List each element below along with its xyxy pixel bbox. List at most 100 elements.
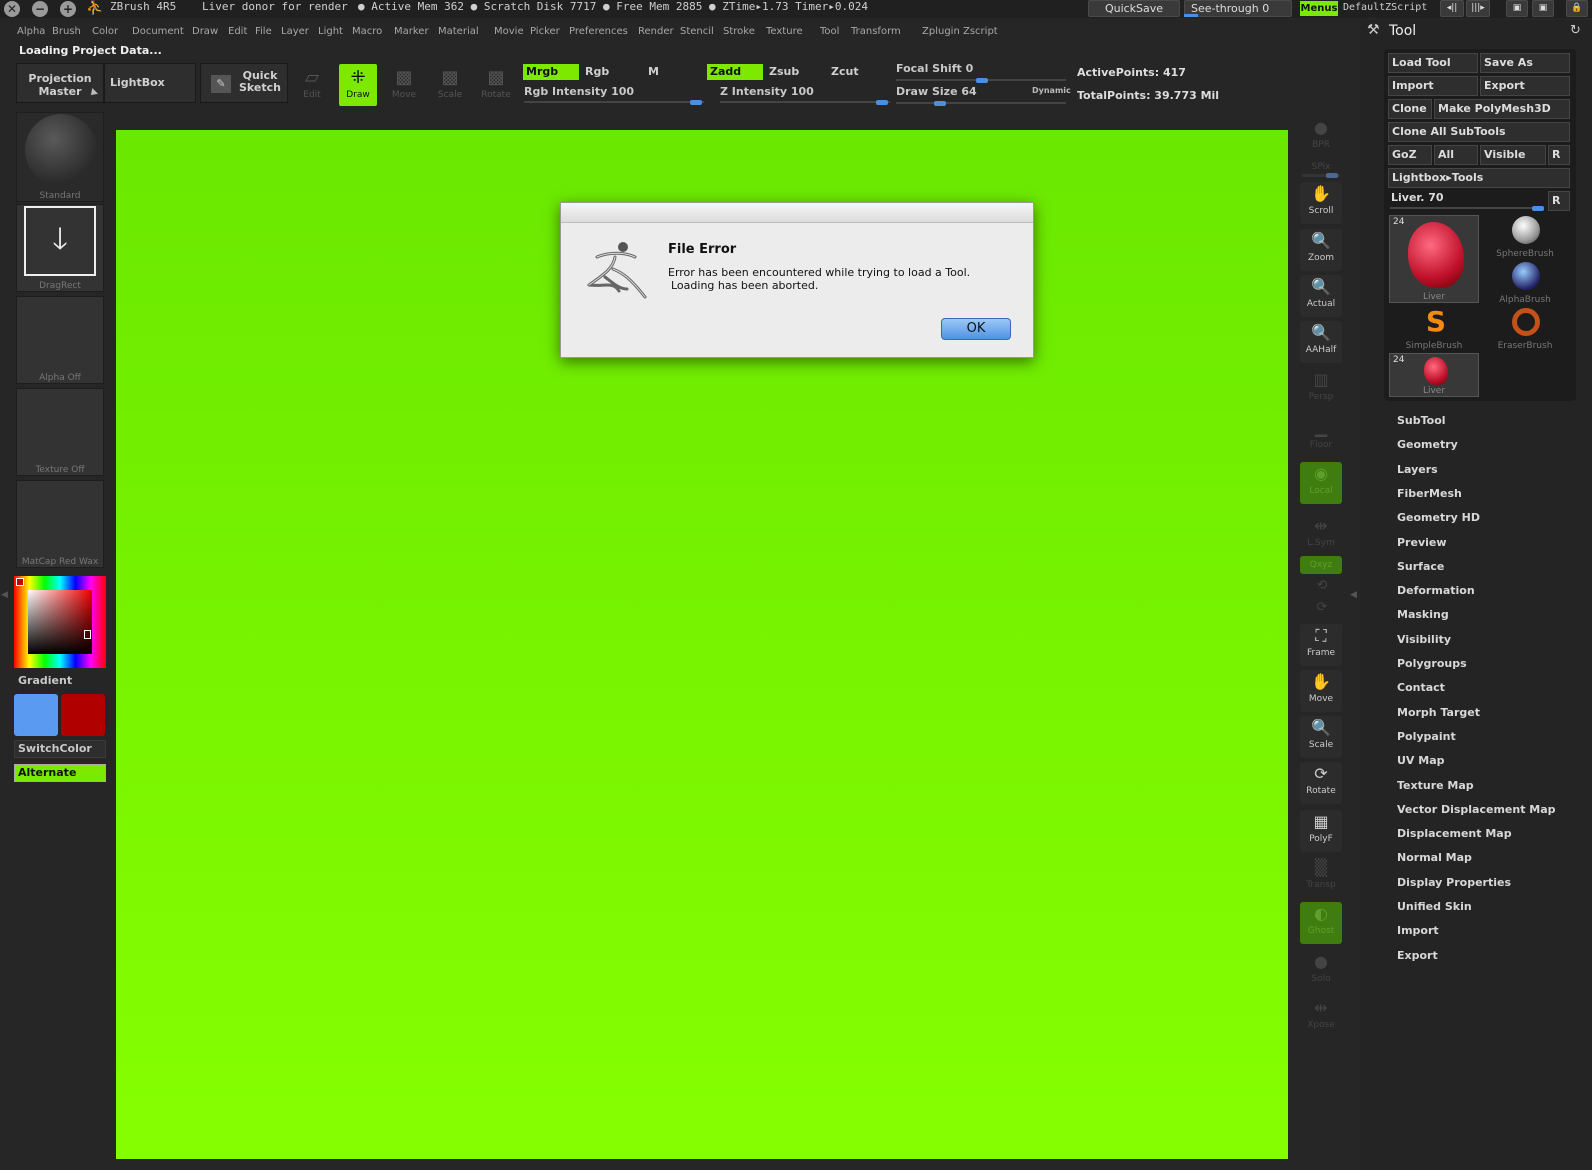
make-polymesh-button[interactable]: Make PolyMesh3D <box>1434 99 1570 119</box>
clone-button[interactable]: Clone <box>1388 99 1432 119</box>
subpalette-polygroups[interactable]: Polygroups <box>1397 657 1467 670</box>
tool-slider-knob[interactable] <box>1532 206 1544 211</box>
move-mode-button[interactable]: ▩ Move <box>385 64 423 106</box>
subpalette-layers[interactable]: Layers <box>1397 463 1438 476</box>
projection-master-button[interactable]: Projection Master <box>16 63 104 103</box>
subpalette-display-properties[interactable]: Display Properties <box>1397 876 1511 889</box>
tool-thumb-alphabrush[interactable]: AlphaBrush <box>1480 261 1570 305</box>
subpalette-uv-map[interactable]: UV Map <box>1397 754 1445 767</box>
tool-thumb-eraserbrush[interactable]: EraserBrush <box>1480 307 1570 351</box>
import-button[interactable]: Import <box>1388 76 1478 96</box>
load-tool-button[interactable]: Load Tool <box>1388 53 1478 73</box>
shelf-solo-button[interactable]: ● Solo <box>1300 950 1342 992</box>
menu-document[interactable]: Document <box>132 24 184 39</box>
subpalette-texture-map[interactable]: Texture Map <box>1397 779 1474 792</box>
subpalette-surface[interactable]: Surface <box>1397 560 1444 573</box>
material-selector[interactable]: MatCap Red Wax <box>16 480 104 568</box>
shelf-aahalf-button[interactable]: 🔍 AAHalf <box>1300 321 1342 363</box>
menu-brush[interactable]: Brush <box>52 24 81 39</box>
rgb-toggle[interactable]: Rgb <box>582 64 638 80</box>
subpalette-geometry-hd[interactable]: Geometry HD <box>1397 511 1480 524</box>
value-marker[interactable] <box>84 630 91 639</box>
menu-material[interactable]: Material <box>438 24 479 39</box>
menu-texture[interactable]: Texture <box>766 24 803 39</box>
menu-stroke[interactable]: Stroke <box>723 24 755 39</box>
export-button[interactable]: Export <box>1480 76 1570 96</box>
goz-button[interactable]: GoZ <box>1388 145 1432 165</box>
see-through-slider[interactable]: See-through 0 <box>1184 0 1292 17</box>
color-square[interactable] <box>28 590 92 654</box>
refresh-icon[interactable]: ↻ <box>1570 23 1581 38</box>
clone-all-subtools-button[interactable]: Clone All SubTools <box>1388 122 1570 142</box>
rgb-intensity-knob[interactable] <box>690 100 702 105</box>
subpalette-polypaint[interactable]: Polypaint <box>1397 730 1456 743</box>
stroke-selector[interactable]: 🡓 DragRect <box>16 204 104 292</box>
dynamic-toggle[interactable]: Dynamic <box>1032 86 1071 95</box>
alpha-selector[interactable]: Alpha Off <box>16 296 104 384</box>
secondary-color-swatch[interactable] <box>61 694 105 736</box>
menu-movie[interactable]: Movie <box>494 24 524 39</box>
switch-color-button[interactable]: SwitchColor <box>14 740 106 758</box>
lightbox-button[interactable]: LightBox <box>104 63 196 103</box>
menus-toggle[interactable]: Menus <box>1300 1 1338 16</box>
spix-slider-knob[interactable] <box>1326 173 1338 178</box>
subpalette-preview[interactable]: Preview <box>1397 536 1447 549</box>
goz-all-button[interactable]: All <box>1434 145 1478 165</box>
edit-mode-button[interactable]: ▱ Edit <box>293 64 331 106</box>
maximize-icon[interactable]: + <box>60 1 76 17</box>
subpalette-export[interactable]: Export <box>1397 949 1438 962</box>
tool-slider[interactable] <box>1390 207 1544 209</box>
script-name[interactable]: DefaultZScript <box>1343 1 1427 14</box>
shelf-zoom-button[interactable]: 🔍 Zoom <box>1300 229 1342 271</box>
color-picker[interactable] <box>14 576 106 668</box>
subpalette-contact[interactable]: Contact <box>1397 681 1445 694</box>
zcut-toggle[interactable]: Zcut <box>828 64 884 80</box>
menu-picker[interactable]: Picker <box>530 24 560 39</box>
rotate-mode-button[interactable]: ▩ Rotate <box>477 64 515 106</box>
shelf-actual-button[interactable]: 🔍 Actual <box>1300 275 1342 317</box>
shelf-floor-button[interactable]: ▁ Floor <box>1300 416 1342 458</box>
menu-color[interactable]: Color <box>92 24 118 39</box>
scale-mode-button[interactable]: ▩ Scale <box>431 64 469 106</box>
hue-marker[interactable] <box>16 578 24 586</box>
subpalette-morph-target[interactable]: Morph Target <box>1397 706 1480 719</box>
right-collapse-icon[interactable]: ◀ <box>1350 590 1357 610</box>
tool-thumb-liver[interactable]: 24 Liver <box>1389 215 1479 303</box>
draw-size-knob[interactable] <box>934 101 946 106</box>
focal-shift-knob[interactable] <box>976 78 988 83</box>
close-icon[interactable]: ✕ <box>4 1 20 17</box>
shelf-l-sym-button[interactable]: ⇹ L.Sym <box>1300 514 1342 548</box>
z-intensity-slider[interactable] <box>720 101 890 103</box>
subpalette-unified-skin[interactable]: Unified Skin <box>1397 900 1472 913</box>
shelf-polyf-button[interactable]: ▦ PolyF <box>1300 810 1342 852</box>
shelf-scroll-button[interactable]: ✋ Scroll <box>1300 182 1342 224</box>
subpalette-masking[interactable]: Masking <box>1397 608 1449 621</box>
shelf-bpr-button[interactable]: ● BPR <box>1300 116 1342 154</box>
subpalette-deformation[interactable]: Deformation <box>1397 584 1475 597</box>
menu-transform[interactable]: Transform <box>851 24 901 39</box>
subpalette-normal-map[interactable]: Normal Map <box>1397 851 1472 864</box>
menu-macro[interactable]: Macro <box>352 24 382 39</box>
menu-draw[interactable]: Draw <box>192 24 218 39</box>
ok-button[interactable]: OK <box>941 318 1011 340</box>
m-toggle[interactable]: M <box>645 64 701 80</box>
shelf-move-button[interactable]: ✋ Move <box>1300 670 1342 712</box>
menu-layer[interactable]: Layer <box>281 24 309 39</box>
menu-edit[interactable]: Edit <box>228 24 247 39</box>
goz-r-button[interactable]: R <box>1548 145 1570 165</box>
subpalette-subtool[interactable]: SubTool <box>1397 414 1446 427</box>
menu-render[interactable]: Render <box>638 24 674 39</box>
layout-window2-icon[interactable]: ▣ <box>1532 0 1554 17</box>
shelf-rotate-button[interactable]: ⟳ Rotate <box>1300 762 1342 804</box>
mrgb-toggle[interactable]: Mrgb <box>523 64 579 80</box>
shelf-persp-button[interactable]: ▥ Persp <box>1300 368 1342 410</box>
tool-thumb-simplebrush[interactable]: S SimpleBrush <box>1389 307 1479 352</box>
minimize-icon[interactable]: − <box>32 1 48 17</box>
subpalette-geometry[interactable]: Geometry <box>1397 438 1458 451</box>
subpalette-fibermesh[interactable]: FiberMesh <box>1397 487 1462 500</box>
menu-zplugin[interactable]: Zplugin <box>922 24 960 39</box>
shelf-scale-button[interactable]: 🔍 Scale <box>1300 716 1342 758</box>
goz-visible-button[interactable]: Visible <box>1480 145 1546 165</box>
quick-sketch-button[interactable]: ✎ Quick Sketch <box>200 63 288 103</box>
brush-selector[interactable]: Standard <box>16 112 104 202</box>
